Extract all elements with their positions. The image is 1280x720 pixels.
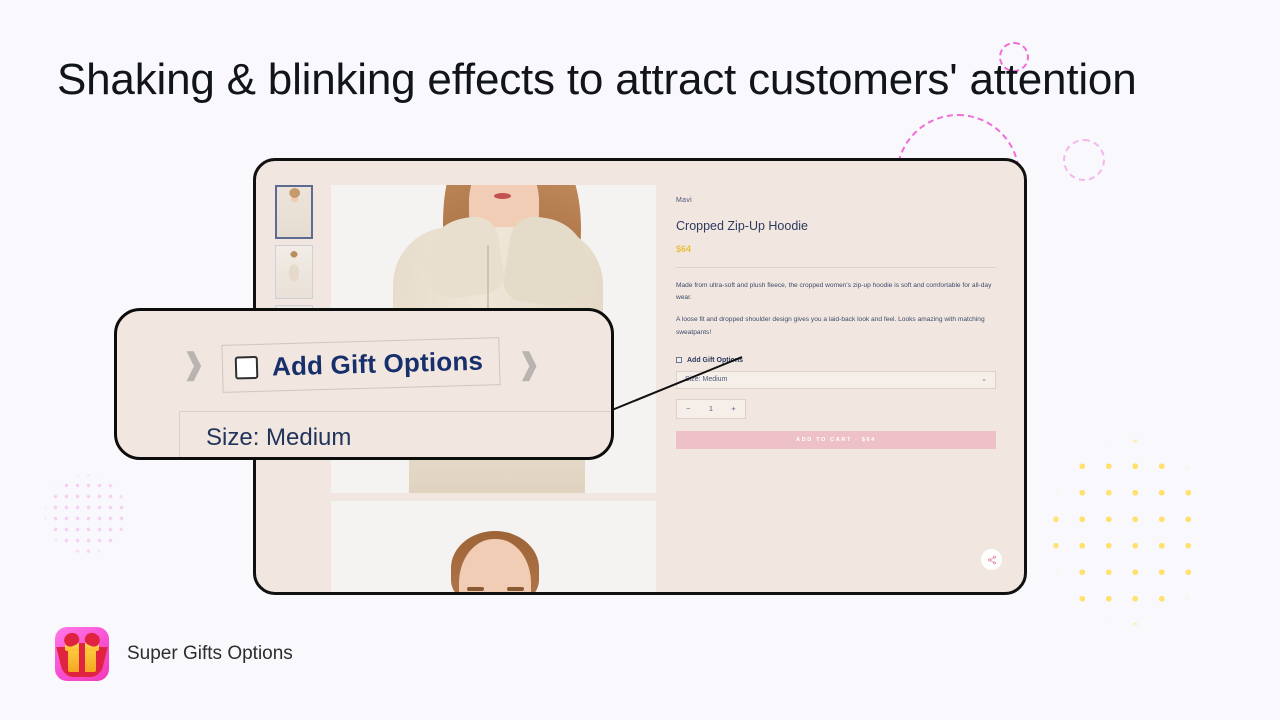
callout-size-value: Size: Medium xyxy=(206,423,352,451)
callout-gift-row[interactable]: ❱ Add Gift Options ❱ xyxy=(181,337,542,393)
gift-box-icon xyxy=(55,627,109,681)
shake-motion-right-icon: ❱ xyxy=(516,348,542,381)
callout-gift-label: Add Gift Options xyxy=(271,345,484,382)
shake-motion-left-icon: ❱ xyxy=(181,348,207,381)
callout-highlight-box[interactable]: Add Gift Options xyxy=(221,337,501,393)
magnified-callout: ❱ Add Gift Options ❱ Size: Medium xyxy=(114,308,614,460)
app-name: Super Gifts Options xyxy=(127,643,293,664)
callout-gift-checkbox[interactable] xyxy=(234,355,259,380)
footer-branding: Super Gifts Options xyxy=(55,627,293,681)
callout-size-select[interactable]: Size: Medium xyxy=(179,411,611,457)
